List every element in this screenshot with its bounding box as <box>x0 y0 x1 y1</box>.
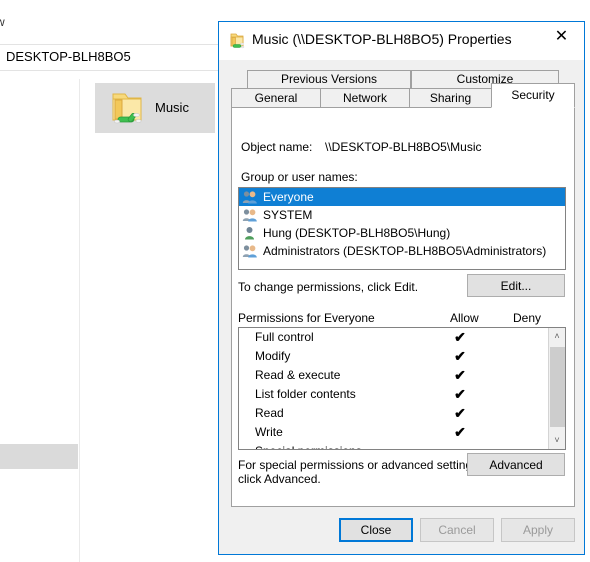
list-item-label: SYSTEM <box>263 208 313 222</box>
scroll-down-icon[interactable]: ˅ <box>549 432 565 449</box>
object-name-value: \\DESKTOP-BLH8BO5\Music <box>325 140 482 154</box>
users-group-icon <box>242 190 258 204</box>
advanced-hint-line2: click Advanced. <box>238 472 321 486</box>
scroll-up-icon[interactable]: ˄ <box>549 328 565 345</box>
list-item-label: Everyone <box>263 190 314 204</box>
table-row[interactable]: Read & execute ✔ <box>239 366 565 385</box>
permissions-for-label: Permissions for Everyone <box>238 311 375 325</box>
security-tab-panel: Object name: \\DESKTOP-BLH8BO5\Music Gro… <box>231 107 575 507</box>
properties-dialog: Music (\\DESKTOP-BLH8BO5) Properties ✕ P… <box>218 21 585 555</box>
cancel-button[interactable]: Cancel <box>420 518 494 542</box>
permission-name: Full control <box>255 330 314 344</box>
tab-network[interactable]: Network <box>320 88 410 108</box>
permission-name: Read & execute <box>255 368 341 382</box>
explorer-nav-pane-divider <box>79 79 80 562</box>
users-group-icon <box>242 244 258 258</box>
dialog-title: Music (\\DESKTOP-BLH8BO5) Properties <box>252 31 512 47</box>
list-item[interactable]: Everyone <box>239 188 565 206</box>
permission-name: List folder contents <box>255 387 356 401</box>
allow-column-header: Allow <box>450 311 479 325</box>
allow-checkmark-icon[interactable]: ✔ <box>452 404 468 423</box>
table-row[interactable]: Read ✔ <box>239 404 565 423</box>
allow-checkmark-icon[interactable]: ✔ <box>452 366 468 385</box>
permissions-scrollbar[interactable]: ˄ ˅ <box>548 328 565 449</box>
tab-security[interactable]: Security <box>491 83 575 108</box>
explorer-divider-bottom <box>0 70 224 71</box>
permission-name: Read <box>255 406 284 420</box>
permissions-list[interactable]: Full control ✔ Modify ✔ Read & execute ✔… <box>238 327 566 450</box>
explorer-menu-fragment: w <box>0 15 5 29</box>
deny-column-header: Deny <box>513 311 542 325</box>
table-row[interactable]: List folder contents ✔ <box>239 385 565 404</box>
table-row[interactable]: Modify ✔ <box>239 347 565 366</box>
explorer-sidebar-item[interactable] <box>0 444 78 469</box>
folder-list-item-music[interactable]: Music <box>95 83 215 133</box>
list-item[interactable]: Hung (DESKTOP-BLH8BO5\Hung) <box>239 224 565 242</box>
object-name-label: Object name: <box>241 140 313 154</box>
dialog-title-bar: Music (\\DESKTOP-BLH8BO5) Properties ✕ <box>219 22 584 60</box>
table-row[interactable]: Write ✔ <box>239 423 565 442</box>
tab-previous-versions[interactable]: Previous Versions <box>247 70 411 89</box>
list-item[interactable]: Administrators (DESKTOP-BLH8BO5\Administ… <box>239 242 565 260</box>
users-group-icon <box>242 208 258 222</box>
close-button[interactable]: Close <box>339 518 413 542</box>
table-row[interactable]: Full control ✔ <box>239 328 565 347</box>
tab-sharing[interactable]: Sharing <box>409 88 492 108</box>
address-bar-value: DESKTOP-BLH8BO5 <box>6 49 131 64</box>
user-icon <box>242 226 258 240</box>
tab-strip: Previous Versions Customize General Netw… <box>231 70 575 108</box>
allow-checkmark-icon[interactable]: ✔ <box>452 385 468 404</box>
permission-name: Modify <box>255 349 291 363</box>
permission-name: Write <box>255 425 283 439</box>
list-item-label: Administrators (DESKTOP-BLH8BO5\Administ… <box>263 244 547 258</box>
advanced-hint-line1: For special permissions or advanced sett… <box>238 458 482 472</box>
close-icon[interactable]: ✕ <box>539 22 584 52</box>
shared-folder-icon <box>105 86 149 130</box>
scrollbar-thumb[interactable] <box>550 347 565 427</box>
dialog-footer: Close Cancel Apply <box>219 518 584 556</box>
edit-button[interactable]: Edit... <box>467 274 565 297</box>
advanced-button[interactable]: Advanced <box>467 453 565 476</box>
allow-checkmark-icon[interactable]: ✔ <box>452 328 468 347</box>
explorer-menu-strip: w <box>0 12 225 32</box>
shared-folder-icon <box>227 31 247 51</box>
explorer-address-bar[interactable]: DESKTOP-BLH8BO5 <box>0 45 224 70</box>
folder-item-label: Music <box>155 100 189 115</box>
permission-name: Special permissions <box>255 442 362 449</box>
group-or-user-names-label: Group or user names: <box>241 170 358 184</box>
table-row[interactable]: Special permissions <box>239 442 565 449</box>
tab-general[interactable]: General <box>231 88 321 108</box>
apply-button[interactable]: Apply <box>501 518 575 542</box>
change-permissions-hint: To change permissions, click Edit. <box>238 280 419 294</box>
allow-checkmark-icon[interactable]: ✔ <box>452 423 468 442</box>
list-item-label: Hung (DESKTOP-BLH8BO5\Hung) <box>263 226 451 240</box>
allow-checkmark-icon[interactable]: ✔ <box>452 347 468 366</box>
group-or-user-names-list[interactable]: Everyone SYSTEM Hung (DESKTOP-BLH8BO5\Hu… <box>238 187 566 270</box>
list-item[interactable]: SYSTEM <box>239 206 565 224</box>
